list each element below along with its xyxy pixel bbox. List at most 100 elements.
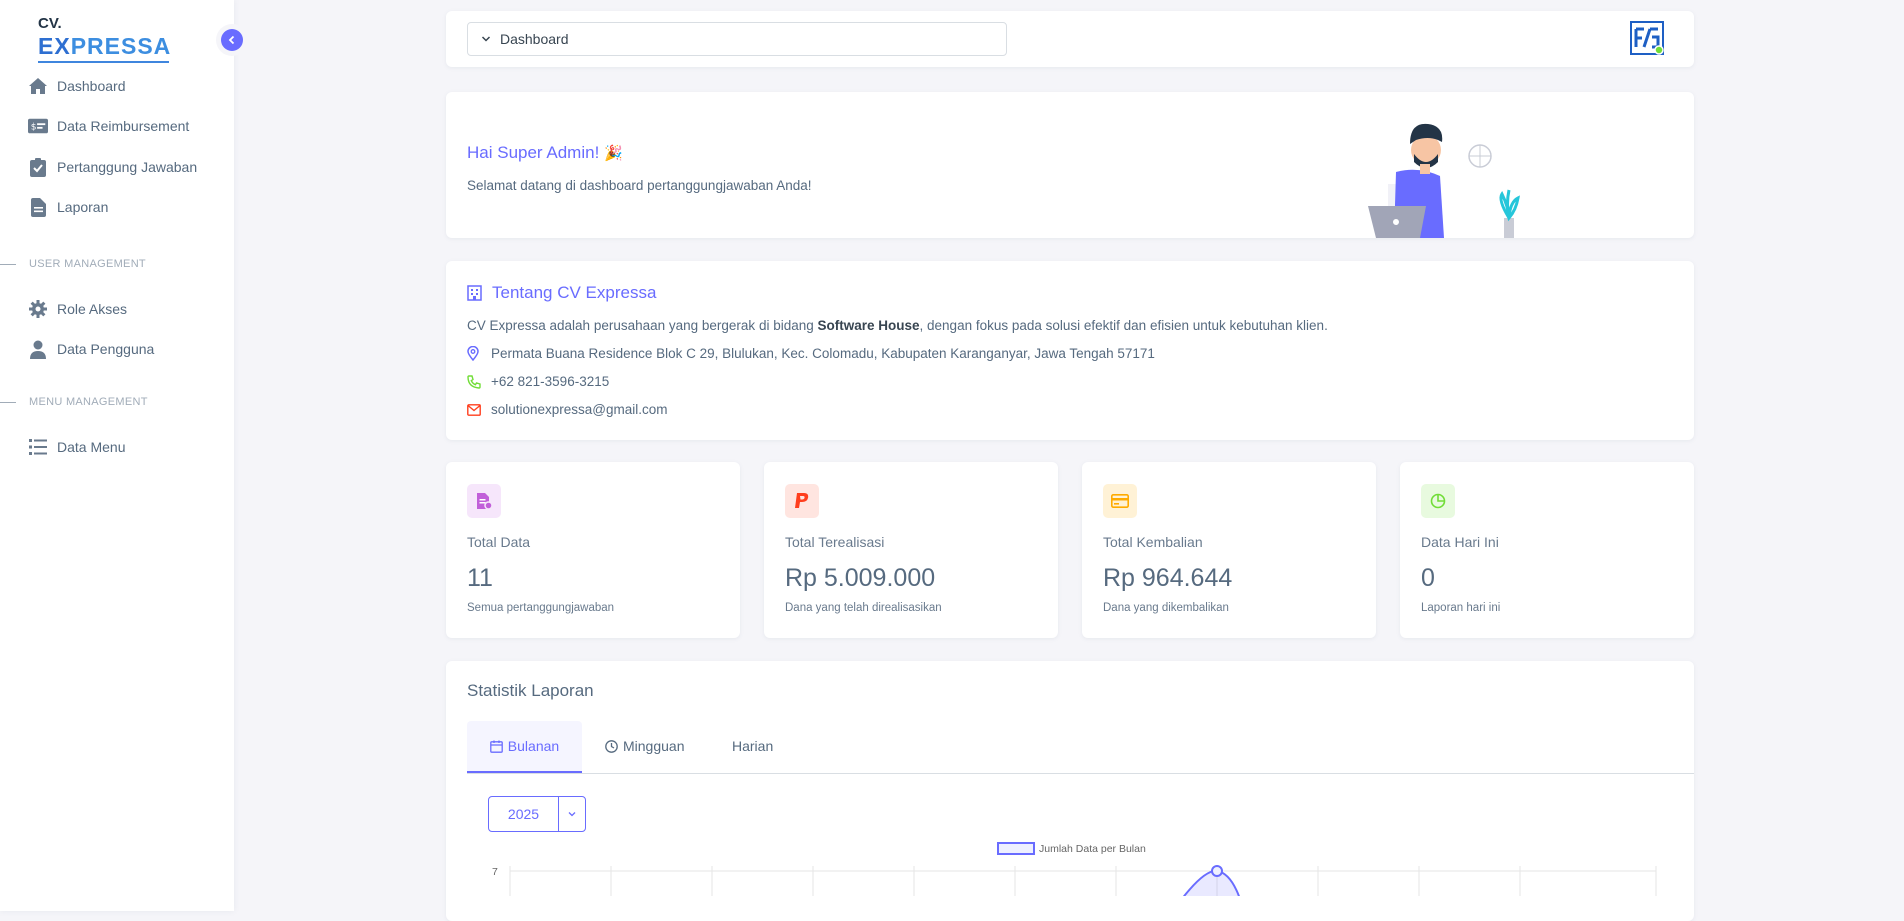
welcome-card: Hai Super Admin! 🎉 Selamat datang di das… [446, 92, 1694, 238]
admin-illustration [1368, 123, 1520, 238]
year-select-value: 2025 [489, 797, 559, 831]
sidebar-item-label: Role Akses [57, 301, 128, 317]
sidebar-item-data-menu[interactable]: Data Menu [28, 434, 125, 460]
sidebar-item-label: Data Reimbursement [57, 118, 190, 134]
line-chart: Jumlah Data per Bulan 7 6 [492, 842, 1657, 896]
data-point[interactable] [1211, 865, 1223, 877]
sidebar-item-role-akses[interactable]: Role Akses [28, 296, 127, 322]
sidebar-item-pertanggung-jawaban[interactable]: Pertanggung Jawaban [28, 154, 197, 180]
sidebar-item-data-pengguna[interactable]: Data Pengguna [28, 336, 154, 362]
email-row: solutionexpressa@gmail.com [467, 402, 668, 417]
sidebar-item-label: Data Menu [57, 439, 126, 455]
money-card-icon: $ [28, 116, 48, 136]
tab-label: Bulanan [507, 738, 560, 754]
legend-swatch [997, 842, 1035, 855]
user-icon [28, 339, 48, 359]
user-avatar[interactable] [1630, 21, 1664, 55]
clipboard-check-icon [28, 157, 48, 177]
page-select[interactable]: Dashboard [467, 22, 1007, 56]
mail-icon [467, 403, 483, 416]
pie-chart-icon [1421, 484, 1455, 518]
map-pin-icon [467, 346, 483, 361]
brand-name: EXPRESSA [38, 32, 171, 60]
sidebar-collapse-button[interactable] [221, 29, 243, 51]
brand-underline [38, 61, 169, 63]
stat-label: Total Terealisasi [785, 534, 885, 550]
about-title-text: Tentang CV Expressa [492, 283, 657, 302]
chevron-down-icon [480, 33, 492, 45]
welcome-subtitle: Selamat datang di dashboard pertanggungj… [467, 178, 812, 193]
stat-label: Total Data [467, 534, 531, 550]
chevron-down-icon [559, 797, 585, 831]
paypal-icon [785, 484, 819, 518]
sidebar-item-data-reimbursement[interactable]: $ Data Reimbursement [28, 113, 189, 139]
page-select-value: Dashboard [500, 31, 569, 47]
statistik-title: Statistik Laporan [467, 681, 594, 700]
phone-row: +62 821-3596-3215 [467, 374, 609, 389]
stat-value: Rp 5.009.000 [785, 564, 936, 592]
tab-mingguan[interactable]: Mingguan [605, 721, 685, 771]
y-tick-label: 7 [492, 866, 498, 878]
year-select[interactable]: 2025 [488, 796, 586, 832]
statistik-card: Statistik Laporan Bulanan Mingguan Haria… [446, 661, 1694, 921]
sidebar: CV. EXPRESSA Dashboard $ Data Reimbursem… [0, 0, 234, 911]
stat-card-total-data: Total Data 11 Semua pertanggungjawaban [446, 462, 740, 638]
about-desc-part: , dengan fokus pada solusi efektif dan e… [919, 318, 1328, 333]
about-desc-bold: Software House [817, 318, 920, 333]
phone-icon [467, 374, 483, 389]
building-icon [467, 285, 482, 301]
sidebar-item-laporan[interactable]: Laporan [28, 194, 108, 220]
tab-label: Harian [732, 738, 774, 754]
about-title: Tentang CV Expressa [467, 283, 656, 303]
home-icon [28, 76, 48, 96]
brand-name-part: PRESSA [70, 33, 172, 59]
stat-description: Dana yang telah direalisasikan [785, 602, 942, 614]
welcome-title-text: Hai Super Admin! [467, 143, 600, 162]
clock-icon [605, 739, 618, 753]
about-description: CV Expressa adalah perusahaan yang berge… [467, 318, 1328, 333]
sidebar-item-dashboard[interactable]: Dashboard [28, 73, 126, 99]
brand-prefix: CV. [38, 15, 62, 32]
address-text: Permata Buana Residence Blok C 29, Blulu… [491, 346, 1155, 361]
menu-header-label: USER MANAGEMENT [29, 258, 146, 270]
credit-card-icon [1103, 484, 1137, 518]
welcome-title: Hai Super Admin! 🎉 [467, 143, 623, 163]
chart-grid [509, 866, 1657, 896]
stat-card-data-hari-ini: Data Hari Ini 0 Laporan hari ini [1400, 462, 1694, 638]
gear-icon [28, 299, 48, 319]
list-icon [28, 437, 48, 457]
about-desc-part: CV Expressa adalah perusahaan yang berge… [467, 318, 818, 333]
svg-text:$: $ [31, 123, 37, 133]
menu-header-label: MENU MANAGEMENT [29, 396, 148, 408]
menu-header-user-management: USER MANAGEMENT [0, 258, 146, 270]
stat-value: Rp 964.644 [1103, 564, 1233, 592]
document-icon [28, 197, 48, 217]
stat-description: Dana yang dikembalikan [1103, 602, 1229, 614]
email-text: solutionexpressa@gmail.com [491, 402, 668, 417]
stat-description: Semua pertanggungjawaban [467, 602, 615, 614]
top-navbar: Dashboard [446, 11, 1694, 67]
stat-value: 0 [1421, 564, 1435, 592]
header-divider [0, 401, 16, 403]
tab-label: Mingguan [623, 738, 685, 754]
sidebar-item-label: Laporan [57, 199, 109, 215]
tab-bulanan[interactable]: Bulanan [467, 721, 582, 773]
about-card: Tentang CV Expressa CV Expressa adalah p… [446, 261, 1694, 440]
stat-card-total-kembalian: Total Kembalian Rp 964.644 Dana yang dik… [1082, 462, 1376, 638]
sidebar-item-label: Data Pengguna [57, 341, 155, 357]
file-icon [467, 484, 501, 518]
tab-harian[interactable]: Harian [732, 721, 773, 771]
brand-logo[interactable]: CV. EXPRESSA [38, 16, 171, 63]
sidebar-item-label: Pertanggung Jawaban [57, 159, 198, 175]
sidebar-item-label: Dashboard [57, 78, 126, 94]
stat-card-total-terealisasi: Total Terealisasi Rp 5.009.000 Dana yang… [764, 462, 1058, 638]
stat-value: 11 [467, 564, 493, 592]
stat-label: Data Hari Ini [1421, 534, 1499, 550]
header-divider [0, 263, 16, 265]
statistik-tabs: Bulanan Mingguan Harian [467, 721, 1694, 774]
calendar-icon [489, 740, 503, 753]
party-popper-icon: 🎉 [604, 144, 623, 162]
menu-header-menu-management: MENU MANAGEMENT [0, 396, 148, 408]
address-row: Permata Buana Residence Blok C 29, Blulu… [467, 346, 1155, 361]
brand-name-part: EX [38, 33, 71, 59]
